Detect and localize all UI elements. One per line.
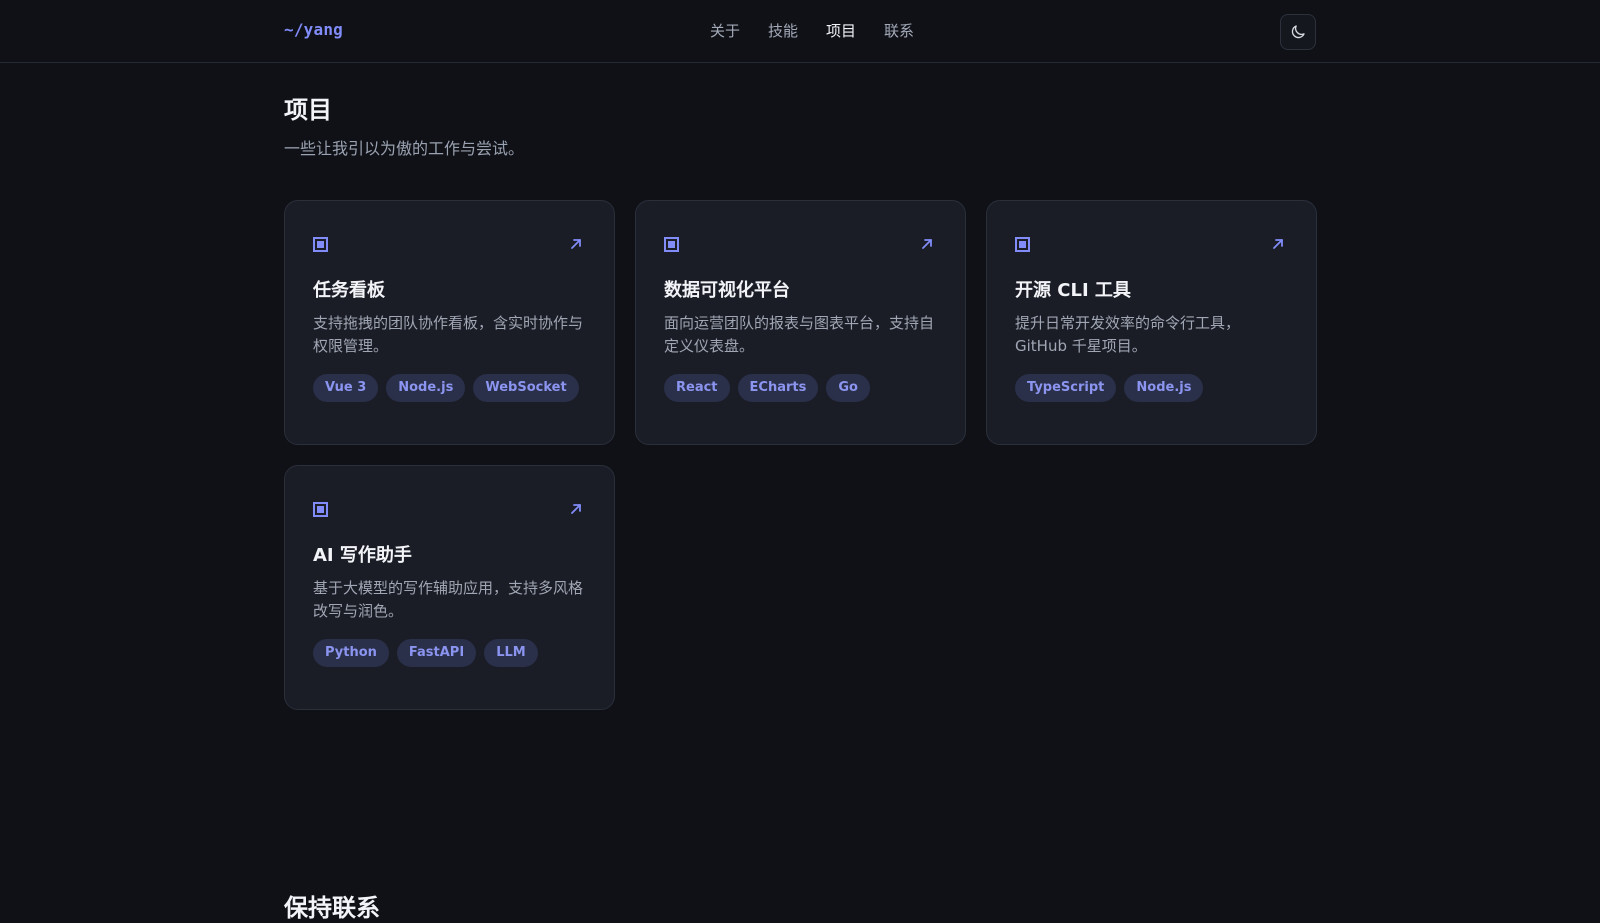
project-title: 数据可视化平台 xyxy=(664,280,790,301)
tech-tag: TypeScript xyxy=(1015,374,1117,402)
tech-tag: LLM xyxy=(484,639,538,667)
main-nav: 关于 技能 项目 联系 xyxy=(710,20,942,41)
project-description: 面向运营团队的报表与图表平台，支持自定义仪表盘。 xyxy=(664,314,935,355)
external-link-arrow-icon[interactable] xyxy=(569,502,583,516)
tag-list: Python FastAPI LLM xyxy=(313,639,586,667)
contact-section-title: 保持联系 xyxy=(284,894,380,922)
project-icon xyxy=(313,236,328,252)
nav-item-projects[interactable]: 项目 xyxy=(826,20,856,41)
project-title: 开源 CLI 工具 xyxy=(1015,280,1131,301)
project-card[interactable]: AI 写作助手 基于大模型的写作辅助应用，支持多风格改写与润色。 Python … xyxy=(284,465,615,710)
tech-tag: React xyxy=(664,374,730,402)
moon-icon xyxy=(1291,25,1305,39)
project-icon xyxy=(1015,236,1030,252)
site-logo[interactable]: ~/yang xyxy=(284,20,343,39)
external-link-arrow-icon[interactable] xyxy=(920,237,934,251)
tech-tag: Go xyxy=(826,374,870,402)
project-title: AI 写作助手 xyxy=(313,545,412,566)
nav-item-contact[interactable]: 联系 xyxy=(884,20,914,41)
project-icon xyxy=(664,236,679,252)
section-title: 项目 xyxy=(284,96,332,124)
project-card[interactable]: 开源 CLI 工具 提升日常开发效率的命令行工具，GitHub 千星项目。 Ty… xyxy=(986,200,1317,445)
project-grid: 任务看板 支持拖拽的团队协作看板，含实时协作与权限管理。 Vue 3 Node.… xyxy=(284,200,1317,710)
tech-tag: Node.js xyxy=(386,374,466,402)
section-subtitle: 一些让我引以为傲的工作与尝试。 xyxy=(284,139,525,158)
tech-tag: ECharts xyxy=(737,374,819,402)
external-link-arrow-icon[interactable] xyxy=(1271,237,1285,251)
project-description: 基于大模型的写作辅助应用，支持多风格改写与润色。 xyxy=(313,579,584,620)
tech-tag: FastAPI xyxy=(396,639,477,667)
external-link-arrow-icon[interactable] xyxy=(569,237,583,251)
tech-tag: Python xyxy=(313,639,389,667)
tag-list: TypeScript Node.js xyxy=(1015,374,1288,402)
project-title: 任务看板 xyxy=(313,280,385,301)
tech-tag: WebSocket xyxy=(473,374,579,402)
tag-list: React ECharts Go xyxy=(664,374,937,402)
project-description: 支持拖拽的团队协作看板，含实时协作与权限管理。 xyxy=(313,314,584,355)
tech-tag: Node.js xyxy=(1124,374,1204,402)
theme-toggle-button[interactable] xyxy=(1280,14,1316,50)
nav-item-about[interactable]: 关于 xyxy=(710,20,740,41)
tech-tag: Vue 3 xyxy=(313,374,379,402)
tag-list: Vue 3 Node.js WebSocket xyxy=(313,374,586,402)
top-navigation-bar: ~/yang 关于 技能 项目 联系 xyxy=(0,0,1600,63)
project-description: 提升日常开发效率的命令行工具，GitHub 千星项目。 xyxy=(1015,314,1241,355)
project-icon xyxy=(313,501,328,517)
project-card[interactable]: 数据可视化平台 面向运营团队的报表与图表平台，支持自定义仪表盘。 React E… xyxy=(635,200,966,445)
project-card[interactable]: 任务看板 支持拖拽的团队协作看板，含实时协作与权限管理。 Vue 3 Node.… xyxy=(284,200,615,445)
nav-item-skills[interactable]: 技能 xyxy=(768,20,798,41)
